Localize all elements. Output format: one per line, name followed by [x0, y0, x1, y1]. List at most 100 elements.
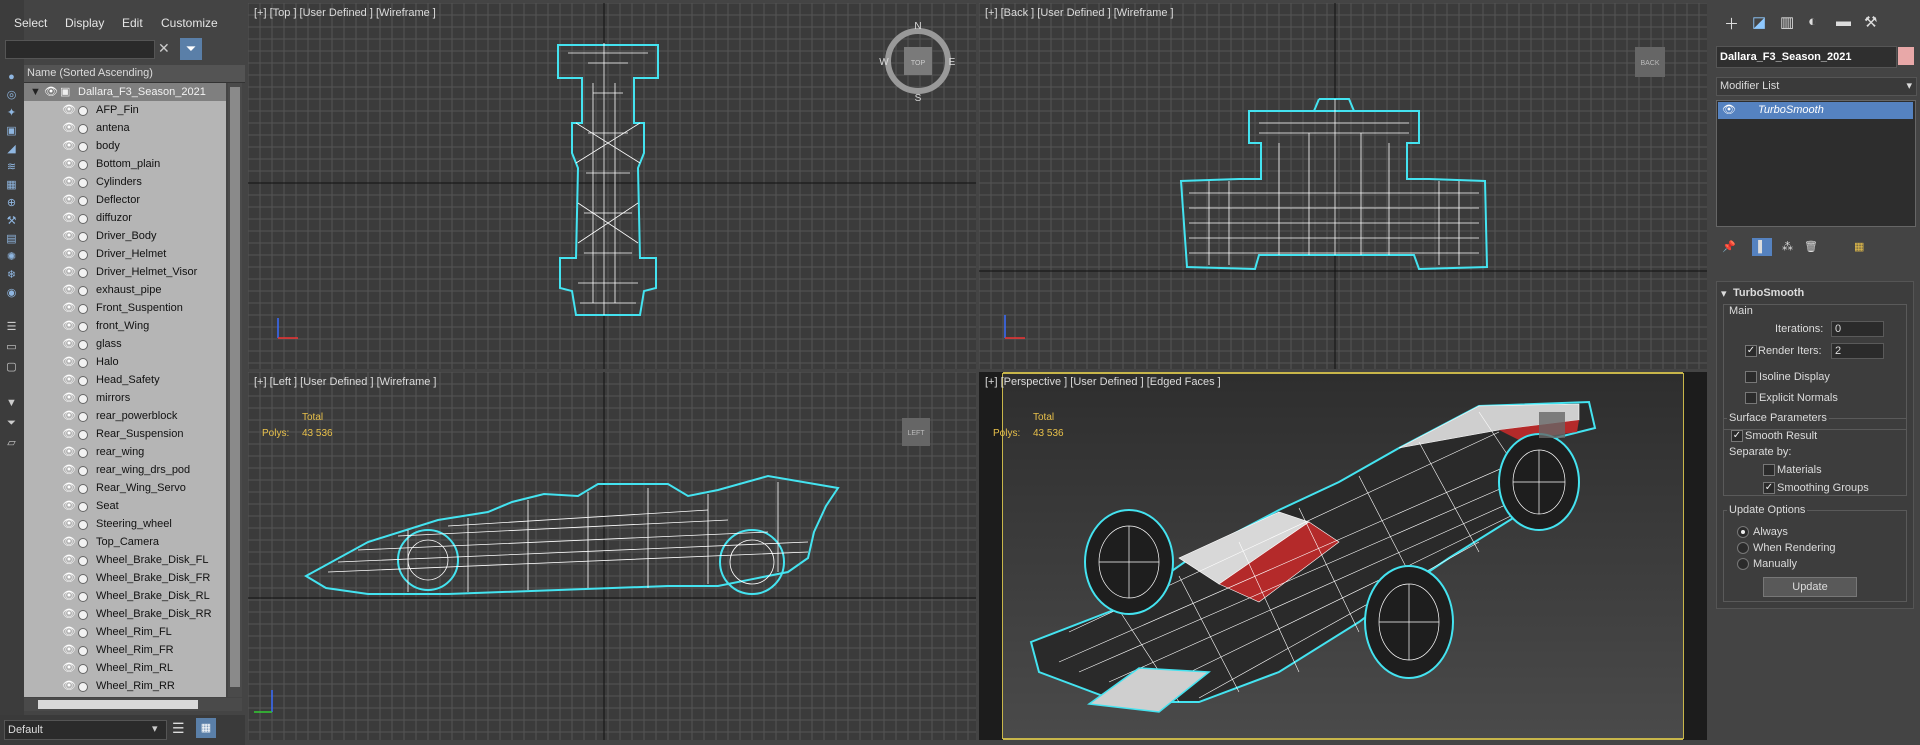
light-bulb-icon[interactable]	[78, 304, 88, 314]
tree-item[interactable]: 👁 body	[24, 137, 226, 155]
light-bulb-icon[interactable]	[78, 358, 88, 368]
tree-item[interactable]: 👁 Rear_Wing_Servo	[24, 479, 226, 497]
light-bulb-icon[interactable]	[78, 646, 88, 656]
tree-item[interactable]: 👁 antena	[24, 119, 226, 137]
funnel-icon[interactable]: ⏷	[3, 416, 20, 430]
tree-item[interactable]: 👁 rear_powerblock	[24, 407, 226, 425]
eye-icon[interactable]: 👁	[62, 407, 76, 425]
viewport-back[interactable]: BACK [+] [Back ] [User Defined ] [Wirefr…	[979, 3, 1707, 369]
spacewarp-icon[interactable]: ≋	[3, 160, 20, 174]
tree-item[interactable]: 👁 Deflector	[24, 191, 226, 209]
when-rendering-radio[interactable]	[1737, 542, 1749, 554]
eye-icon[interactable]: 👁	[62, 623, 76, 641]
tree-item[interactable]: 👁 rear_wing_drs_pod	[24, 461, 226, 479]
render-iters-checkbox[interactable]: ✓	[1745, 345, 1757, 357]
menu-edit[interactable]: Edit	[122, 16, 143, 30]
light-bulb-icon[interactable]	[78, 556, 88, 566]
explicit-normals-checkbox[interactable]	[1745, 392, 1757, 404]
tree-scrollbar[interactable]	[228, 83, 242, 697]
hierarchy-icon[interactable]: ▥	[1780, 13, 1794, 31]
tree-item[interactable]: 👁 Head_Safety	[24, 371, 226, 389]
tree-item[interactable]: 👁 AFP_Fin	[24, 101, 226, 119]
eye-icon[interactable]: 👁	[62, 605, 76, 623]
light-bulb-icon[interactable]	[78, 394, 88, 404]
viewcube[interactable]	[1539, 412, 1565, 438]
light-bulb-icon[interactable]	[78, 520, 88, 530]
eye-icon[interactable]: 👁	[62, 677, 76, 695]
eye-icon[interactable]: 👁	[62, 389, 76, 407]
tree-item[interactable]: 👁 Driver_Helmet	[24, 245, 226, 263]
tree-item[interactable]: 👁 Wheel_Rim_RL	[24, 659, 226, 677]
menu-display[interactable]: Display	[65, 16, 104, 30]
tree-item[interactable]: 👁 Wheel_Brake_Disk_FR	[24, 569, 226, 587]
viewport-top[interactable]: TOP N S E W [+] [Top ] [User Defined ] […	[248, 3, 976, 369]
tree-item[interactable]: 👁 mirrors	[24, 389, 226, 407]
eye-icon[interactable]: 👁	[62, 209, 76, 227]
menu-customize[interactable]: Customize	[161, 16, 218, 30]
group-icon[interactable]: ▦	[3, 178, 20, 192]
viewport-top-label[interactable]: [+] [Top ] [User Defined ] [Wireframe ]	[254, 7, 436, 19]
manually-radio[interactable]	[1737, 558, 1749, 570]
utilities-icon[interactable]: ⚒	[1864, 13, 1877, 31]
eye-icon[interactable]: 👁	[62, 299, 76, 317]
light-bulb-icon[interactable]	[78, 628, 88, 638]
tree-item[interactable]: 👁 Driver_Helmet_Visor	[24, 263, 226, 281]
eye-icon[interactable]: 👁	[62, 659, 76, 677]
tree-item[interactable]: 👁 Wheel_Rim_FR	[24, 641, 226, 659]
pin-icon[interactable]: 📌	[1722, 240, 1736, 253]
filter-funnel-icon[interactable]: ▼	[3, 396, 20, 410]
helper-icon[interactable]: ◢	[3, 142, 20, 156]
make-unique-icon[interactable]: ⁂	[1782, 240, 1793, 253]
eye-icon[interactable]: 👁	[62, 101, 76, 119]
tree-item[interactable]: 👁 Wheel_Brake_Disk_RL	[24, 587, 226, 605]
tree-item[interactable]: 👁 exhaust_pipe	[24, 281, 226, 299]
eye-icon[interactable]: 👁	[62, 227, 76, 245]
iterations-spinner[interactable]: 0	[1831, 321, 1884, 337]
eye-icon[interactable]: 👁	[62, 587, 76, 605]
viewport-back-label[interactable]: [+] [Back ] [User Defined ] [Wireframe ]	[985, 7, 1174, 19]
collapse-icon[interactable]: ▾	[1721, 287, 1727, 300]
light-bulb-icon[interactable]	[78, 106, 88, 116]
light-bulb-icon[interactable]	[78, 340, 88, 350]
light-bulb-icon[interactable]	[78, 664, 88, 674]
always-radio[interactable]	[1737, 526, 1749, 538]
frozen-icon[interactable]: ❄	[3, 268, 20, 282]
light-bulb-icon[interactable]	[78, 484, 88, 494]
eye-icon[interactable]: 👁	[62, 551, 76, 569]
tree-item[interactable]: 👁 Wheel_Brake_Disk_FL	[24, 551, 226, 569]
smoothing-groups-checkbox[interactable]: ✓	[1763, 482, 1775, 494]
modifier-list-dropdown[interactable]: Modifier List ▾	[1716, 77, 1917, 96]
motion-icon[interactable]: ◐	[1808, 13, 1817, 30]
eye-icon[interactable]: 👁	[62, 353, 76, 371]
tree-item[interactable]: 👁 rear_wing	[24, 443, 226, 461]
configure-icon[interactable]: ▦	[1854, 240, 1864, 253]
shapes-icon[interactable]: ◎	[3, 88, 20, 102]
light-bulb-icon[interactable]	[78, 268, 88, 278]
light-bulb-icon[interactable]	[78, 250, 88, 260]
eye-icon[interactable]: 👁	[62, 119, 76, 137]
tree-item[interactable]: 👁 Front_Suspention	[24, 299, 226, 317]
tree-item[interactable]: 👁 Top_Camera	[24, 533, 226, 551]
light-bulb-icon[interactable]	[78, 124, 88, 134]
tree-item[interactable]: 👁 Seat	[24, 497, 226, 515]
bone-icon[interactable]: ⚒	[3, 214, 20, 228]
render-iters-spinner[interactable]: 2	[1831, 343, 1884, 359]
eye-icon[interactable]: 👁	[62, 173, 76, 191]
eye-icon[interactable]: 👁	[62, 461, 76, 479]
viewport-left[interactable]: LEFT [+] [Left ] [User Defined ] [Wirefr…	[248, 372, 976, 740]
eye-icon[interactable]: 👁	[44, 83, 58, 101]
light-bulb-icon[interactable]	[78, 196, 88, 206]
sphere-icon[interactable]: ●	[3, 70, 20, 84]
eye-icon[interactable]: 👁	[62, 641, 76, 659]
light-bulb-icon[interactable]	[78, 322, 88, 332]
tree-item[interactable]: 👁 diffuzor	[24, 209, 226, 227]
folder-icon[interactable]: ▱	[3, 436, 20, 450]
sheet-icon[interactable]: ▢	[3, 360, 20, 374]
eye-icon[interactable]: 👁	[62, 371, 76, 389]
modify-icon[interactable]: ◪	[1752, 13, 1766, 31]
viewport-perspective-label[interactable]: [+] [Perspective ] [User Defined ] [Edge…	[985, 376, 1221, 388]
light-bulb-icon[interactable]	[78, 178, 88, 188]
stack-item-turbosmooth[interactable]: 👁 TurboSmooth	[1718, 102, 1913, 119]
light-bulb-icon[interactable]	[78, 214, 88, 224]
light-bulb-icon[interactable]	[78, 142, 88, 152]
